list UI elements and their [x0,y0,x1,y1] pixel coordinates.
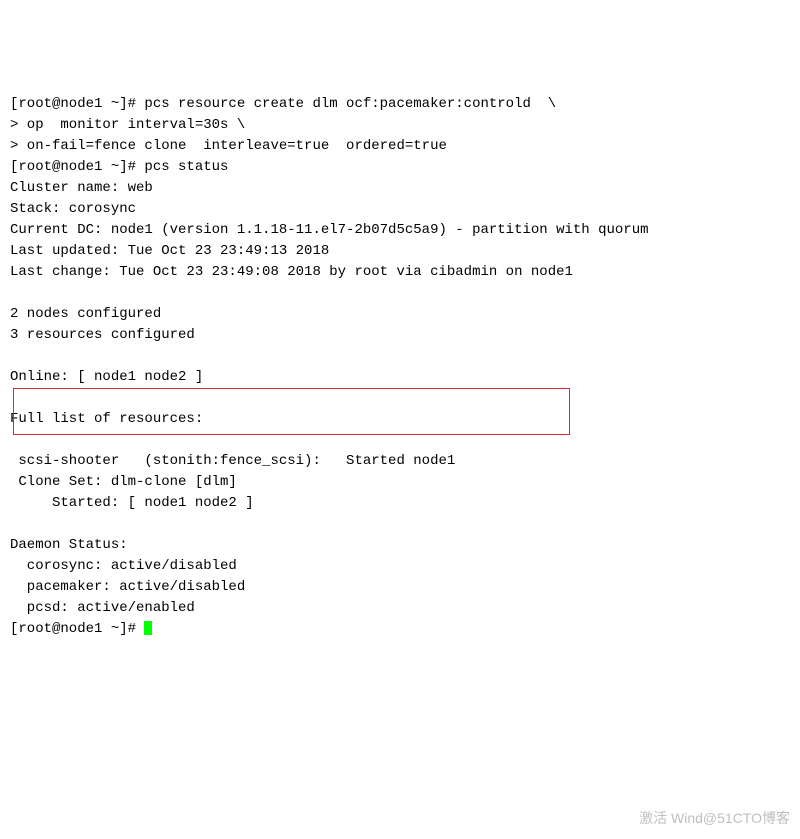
prompt-line[interactable]: [root@node1 ~]# [10,621,144,637]
cursor-icon [144,621,152,635]
line: Clone Set: dlm-clone [dlm] [10,474,237,490]
line: Full list of resources: [10,411,203,427]
line: Stack: corosync [10,201,136,217]
line: pcsd: active/enabled [10,600,195,616]
line: Last change: Tue Oct 23 23:49:08 2018 by… [10,264,573,280]
watermark-text: 激活 Wind@51CTO博客 [639,808,790,829]
line: > op monitor interval=30s \ [10,117,245,133]
line: Current DC: node1 (version 1.1.18-11.el7… [10,222,649,238]
line: [root@node1 ~]# pcs resource create dlm … [10,96,556,112]
line: Daemon Status: [10,537,128,553]
line: scsi-shooter (stonith:fence_scsi): Start… [10,453,455,469]
line: Cluster name: web [10,180,153,196]
line: [root@node1 ~]# pcs status [10,159,228,175]
line: Online: [ node1 node2 ] [10,369,203,385]
terminal-output: [root@node1 ~]# pcs resource create dlm … [10,94,790,640]
line: Last updated: Tue Oct 23 23:49:13 2018 [10,243,329,259]
line: Started: [ node1 node2 ] [10,495,254,511]
line: corosync: active/disabled [10,558,237,574]
line: 2 nodes configured [10,306,161,322]
line: 3 resources configured [10,327,195,343]
line: > on-fail=fence clone interleave=true or… [10,138,447,154]
line: pacemaker: active/disabled [10,579,245,595]
